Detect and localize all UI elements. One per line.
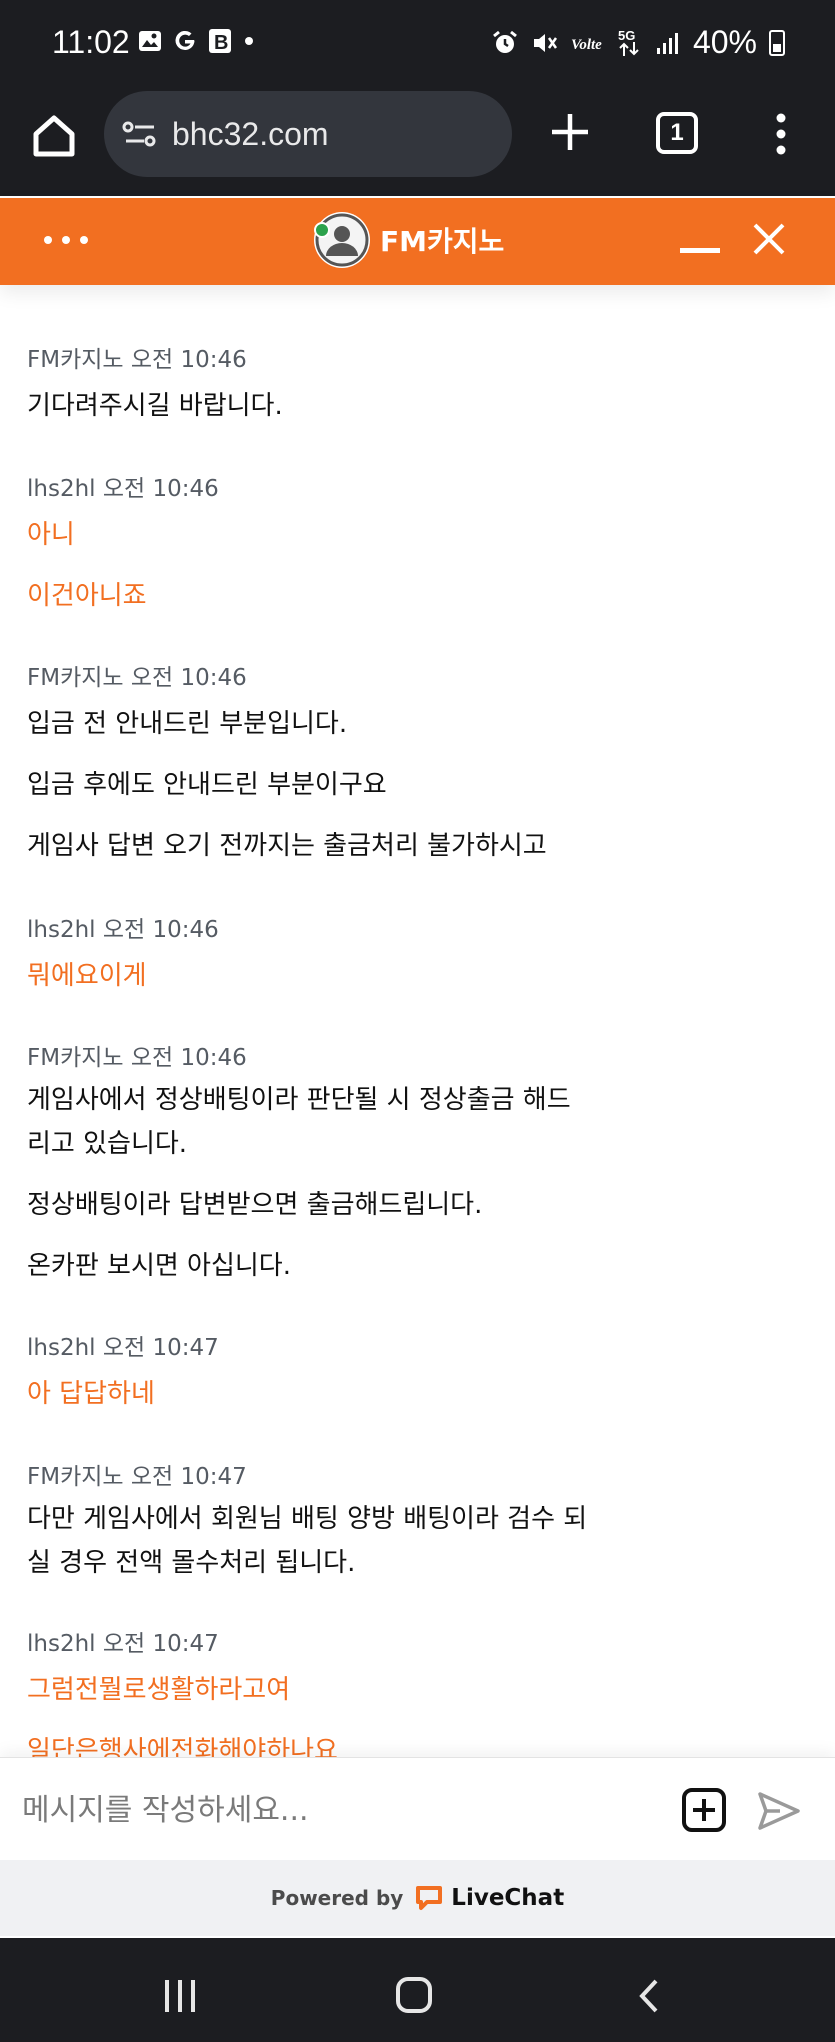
message-author: lhs2hl <box>27 917 96 943</box>
battery-percent: 40% <box>692 24 757 60</box>
url-text[interactable]: bhc32.com <box>172 116 329 153</box>
message-text: 이건아니죠 <box>27 581 147 611</box>
message-text: 기다려주시길 바랍니다. <box>27 391 283 421</box>
message-meta: lhs2hl 오전 10:47 <box>27 1328 219 1362</box>
minimize-button[interactable] <box>680 248 720 253</box>
message-group: lhs2hl 오전 10:47 그럼전뭘로생활하라고여 일단은행사에전화해야하나… <box>27 1624 338 1757</box>
message-time: 오전 10:46 <box>102 476 219 502</box>
system-nav-bar <box>0 1938 835 2042</box>
message-text: 아니 <box>27 520 75 550</box>
message-author: FM카지노 <box>27 665 124 691</box>
volte-icon: Volte <box>571 37 602 53</box>
message-group: FM카지노 오전 10:46 게임사에서 정상배팅이라 판단될 시 정상출금 해… <box>27 1038 571 1288</box>
message-meta: FM카지노 오전 10:47 <box>27 1457 587 1491</box>
message-author: FM카지노 <box>27 1464 124 1490</box>
powered-by-footer: Powered by LiveChat <box>0 1860 835 1936</box>
nav-home-icon[interactable] <box>396 1977 432 2013</box>
close-icon[interactable] <box>752 222 786 256</box>
alarm-icon <box>493 30 517 53</box>
b-app-icon: B <box>209 29 231 54</box>
message-meta: lhs2hl 오전 10:46 <box>27 469 219 503</box>
chat-title: FM카지노 <box>380 225 505 258</box>
avatar <box>314 212 370 268</box>
message-text: 정상배팅이라 답변받으면 출금해드립니다. <box>27 1190 483 1220</box>
message-composer <box>0 1757 835 1860</box>
message-time: 오전 10:46 <box>102 917 219 943</box>
google-icon <box>175 30 195 50</box>
status-system-icons: Volte 5G 40% <box>491 24 785 61</box>
message-text: 아 답답하네 <box>27 1379 155 1409</box>
dot-icon <box>245 37 253 45</box>
message-author: lhs2hl <box>27 1335 96 1361</box>
message-input[interactable] <box>22 1782 622 1838</box>
message-time: 오전 10:47 <box>130 1464 247 1490</box>
chat-header: FM카지노 <box>0 198 835 285</box>
browser-toolbar: bhc32.com 1 <box>0 88 835 196</box>
message-group: lhs2hl 오전 10:46 아니 이건아니죠 <box>27 469 219 618</box>
user-avatar-icon <box>315 213 369 267</box>
status-time: 11:02 <box>52 24 130 60</box>
attach-add-icon[interactable] <box>682 1788 726 1832</box>
message-author: FM카지노 <box>27 347 124 373</box>
back-icon[interactable] <box>634 1978 664 2014</box>
5g-icon: 5G <box>618 28 639 56</box>
message-group: FM카지노 오전 10:46 기다려주시길 바랍니다. <box>27 340 283 428</box>
message-text: 일단은행사에전화해야하나요 <box>27 1736 338 1757</box>
message-author: lhs2hl <box>27 1631 96 1657</box>
message-time: 오전 10:47 <box>102 1335 219 1361</box>
message-text: 그럼전뭘로생활하라고여 <box>27 1675 291 1705</box>
message-meta: FM카지노 오전 10:46 <box>27 340 283 374</box>
svg-text:B: B <box>214 32 228 54</box>
message-time: 오전 10:46 <box>130 665 247 691</box>
message-meta: lhs2hl 오전 10:46 <box>27 910 219 944</box>
more-menu-icon[interactable] <box>774 112 788 156</box>
battery-icon <box>769 29 785 56</box>
message-meta: lhs2hl 오전 10:47 <box>27 1624 338 1658</box>
status-notification-icons: B <box>138 28 256 54</box>
message-text: 실 경우 전액 몰수처리 됩니다. <box>27 1548 356 1578</box>
message-text: 입금 후에도 안내드린 부분이구요 <box>27 770 387 800</box>
message-group: lhs2hl 오전 10:47 아 답답하네 <box>27 1328 219 1416</box>
message-text: 게임사 답변 오기 전까지는 출금처리 불가하시고 <box>27 831 547 861</box>
message-author: FM카지노 <box>27 1045 124 1071</box>
site-settings-icon[interactable] <box>122 119 158 149</box>
status-bar: 11:02 B Volte 5G 40% <box>0 0 835 88</box>
recent-apps-icon[interactable] <box>163 1980 197 2012</box>
message-time: 오전 10:47 <box>102 1631 219 1657</box>
message-text: 게임사에서 정상배팅이라 판단될 시 정상출금 해드 <box>27 1085 571 1115</box>
mute-icon <box>533 33 557 52</box>
message-time: 오전 10:46 <box>130 347 247 373</box>
home-icon[interactable] <box>28 110 80 162</box>
online-status-dot <box>314 222 330 238</box>
message-text: 입금 전 안내드린 부분입니다. <box>27 709 348 739</box>
message-text: 온카판 보시면 아십니다. <box>27 1251 291 1281</box>
message-time: 오전 10:46 <box>130 1045 247 1071</box>
message-text: 리고 있습니다. <box>27 1129 188 1159</box>
message-text: 다만 게임사에서 회원님 배팅 양방 배팅이라 검수 되 <box>27 1504 588 1534</box>
message-list[interactable]: FM카지노 오전 10:46 기다려주시길 바랍니다. lhs2hl 오전 10… <box>0 285 835 1757</box>
message-group: lhs2hl 오전 10:46 뭐에요이게 <box>27 910 219 998</box>
svg-text:Volte: Volte <box>571 37 602 53</box>
livechat-logo-icon <box>416 1886 443 1910</box>
message-group: FM카지노 오전 10:46 입금 전 안내드린 부분입니다. 입금 후에도 안… <box>27 658 547 868</box>
message-group: FM카지노 오전 10:47 다만 게임사에서 회원님 배팅 양방 배팅이라 검… <box>27 1457 587 1585</box>
powered-by-label: Powered by <box>270 1886 404 1910</box>
svg-text:5G: 5G <box>618 28 635 43</box>
chat-options-icon[interactable] <box>44 236 88 244</box>
message-meta: FM카지노 오전 10:46 <box>27 658 547 692</box>
message-meta: FM카지노 오전 10:46 <box>27 1038 571 1072</box>
chat-agent-info: FM카지노 <box>314 212 504 268</box>
message-author: lhs2hl <box>27 476 96 502</box>
url-bar[interactable]: bhc32.com <box>104 91 512 177</box>
gallery-icon <box>139 31 161 51</box>
signal-icon <box>656 32 678 54</box>
message-text: 뭐에요이게 <box>27 961 147 991</box>
send-icon[interactable] <box>756 1788 802 1834</box>
livechat-brand[interactable]: LiveChat <box>451 1885 564 1911</box>
new-tab-icon[interactable] <box>548 110 592 154</box>
tab-switcher-button[interactable]: 1 <box>656 112 698 154</box>
